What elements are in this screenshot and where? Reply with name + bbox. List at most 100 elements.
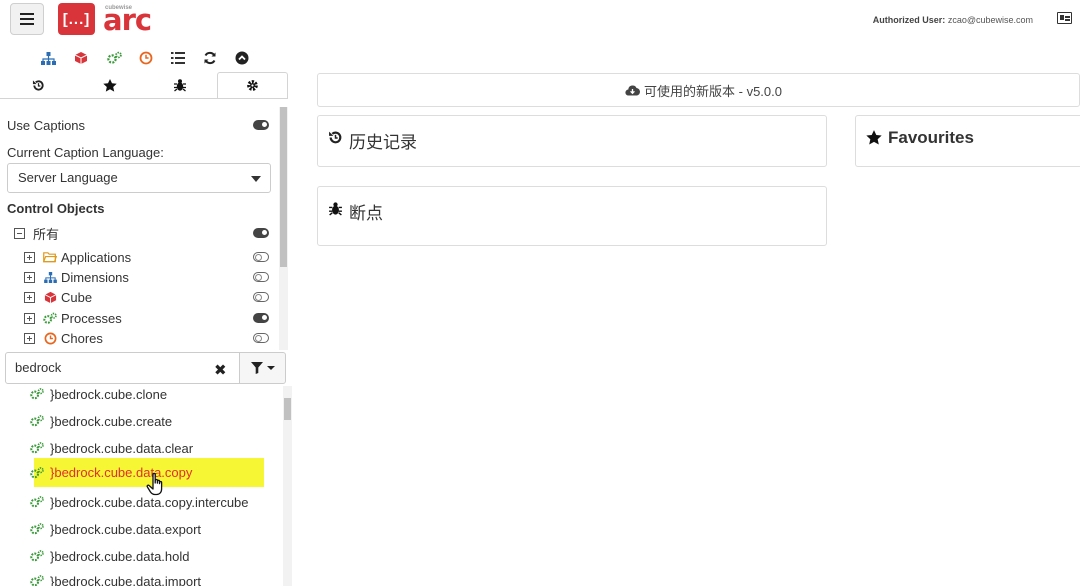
list-item[interactable]: }bedrock.cube.data.clear [30, 438, 193, 458]
clock-icon [43, 331, 57, 345]
caret-down-icon [266, 366, 275, 370]
caption-language-label: Current Caption Language: [7, 145, 164, 160]
search-value: bedrock [15, 360, 62, 375]
refresh-icon[interactable] [202, 50, 218, 66]
auth-label: Authorized User: [872, 15, 946, 25]
tab-settings[interactable] [217, 72, 288, 98]
menu-button[interactable] [10, 3, 44, 35]
tree-label-dimensions: Dimensions [61, 269, 129, 285]
cogs-icon [30, 549, 44, 563]
update-text: 可使用的新版本 - v5.0.0 [644, 83, 782, 99]
hand-cursor-icon [146, 472, 163, 496]
tree-row-processes[interactable]: Processes [24, 309, 122, 327]
bug-icon [174, 79, 186, 92]
expand-icon[interactable] [24, 271, 35, 283]
cogs-icon [30, 441, 44, 455]
bug-icon [328, 201, 343, 216]
list-item-label: }bedrock.cube.create [50, 413, 173, 429]
tree-label-cube: Cube [61, 289, 93, 305]
hamburger-icon [20, 13, 34, 25]
tree-row-applications[interactable]: Applications [24, 248, 131, 266]
history-panel: 历史记录 [317, 115, 827, 167]
caption-language-select[interactable]: Server Language [7, 163, 271, 193]
expand-icon[interactable] [24, 291, 35, 303]
star-icon [103, 78, 117, 92]
tree-label-processes: Processes [61, 310, 122, 326]
caret-down-icon [251, 176, 261, 182]
list-item[interactable]: }bedrock.cube.data.copy.intercube [30, 492, 249, 512]
list-item[interactable]: }bedrock.cube.clone [30, 384, 167, 404]
list-icon[interactable] [170, 50, 186, 66]
cogs-icon [30, 574, 44, 586]
processes-toggle[interactable] [253, 313, 269, 323]
favourites-panel: Favourites [855, 115, 1080, 167]
control-objects-heading: Control Objects [7, 201, 105, 216]
cogs-icon[interactable] [106, 50, 122, 66]
use-captions-label: Use Captions [7, 118, 86, 133]
scrollbar-thumb[interactable] [284, 398, 291, 420]
settings-scrollbar[interactable] [279, 107, 288, 350]
scrollbar-thumb[interactable] [280, 107, 287, 267]
tree-label-applications: Applications [61, 249, 132, 265]
cube-icon [43, 290, 57, 304]
search-input[interactable]: bedrock [5, 352, 240, 384]
chevron-circle-up-icon[interactable] [234, 50, 250, 66]
applications-toggle[interactable] [253, 252, 269, 262]
expand-icon[interactable] [24, 332, 35, 344]
cogs-icon [30, 495, 44, 509]
list-item[interactable]: }bedrock.cube.data.export [30, 519, 201, 539]
cogs-icon [43, 311, 57, 325]
star-icon [866, 130, 882, 145]
dimensions-toggle[interactable] [253, 272, 269, 282]
sitemap-icon [43, 270, 57, 284]
use-captions-toggle[interactable] [253, 120, 269, 130]
authorized-user: Authorized User: zcao@cubewise.com [873, 15, 1033, 25]
list-item-label: }bedrock.cube.data.clear [50, 440, 194, 456]
filter-icon [250, 362, 263, 374]
list-item-label: }bedrock.cube.data.export [50, 521, 202, 537]
cogs-icon [30, 466, 44, 480]
list-item-label: }bedrock.cube.data.hold [50, 548, 190, 564]
expand-icon[interactable] [24, 312, 35, 324]
tree-row-chores[interactable]: Chores [24, 329, 103, 347]
clock-icon[interactable] [138, 50, 154, 66]
collapse-icon[interactable] [14, 227, 25, 239]
folder-icon [43, 250, 57, 264]
auth-user: zcao@cubewise.com [947, 15, 1033, 25]
tree-label-chores: Chores [61, 330, 103, 346]
list-item[interactable]: }bedrock.cube.data.hold [30, 546, 190, 566]
tree-row-all[interactable]: 所有 [14, 224, 59, 242]
history-icon [32, 79, 44, 91]
breakpoints-title: 断点 [349, 204, 383, 223]
tree-label-all: 所有 [33, 226, 60, 242]
filter-button[interactable] [239, 352, 286, 384]
id-card-icon[interactable] [1057, 12, 1072, 24]
cogs-icon [30, 414, 44, 428]
list-item[interactable]: }bedrock.cube.create [30, 411, 172, 431]
clear-icon[interactable]: ✖ [214, 361, 227, 379]
gear-icon [247, 80, 258, 91]
logo-brand: cubewise [105, 5, 133, 11]
update-available-banner[interactable]: 可使用的新版本 - v5.0.0 [317, 73, 1080, 107]
app-logo: [...] arc cubewise [58, 3, 152, 35]
tab-favourites[interactable] [86, 72, 134, 98]
tab-history[interactable] [14, 72, 62, 98]
history-title: 历史记录 [349, 133, 417, 152]
cogs-icon [30, 387, 44, 401]
cube-icon[interactable] [73, 50, 89, 66]
cloud-download-icon [625, 84, 641, 96]
tree-row-cube[interactable]: Cube [24, 288, 92, 306]
cube-toggle[interactable] [253, 292, 269, 302]
logo-mark: [...] [58, 3, 95, 35]
tabs-divider [0, 98, 288, 99]
cogs-icon [30, 522, 44, 536]
expand-icon[interactable] [24, 251, 35, 263]
list-item[interactable]: }bedrock.cube.data.import [30, 571, 201, 586]
chores-toggle[interactable] [253, 333, 269, 343]
sitemap-icon[interactable] [40, 50, 56, 66]
tree-row-dimensions[interactable]: Dimensions [24, 268, 129, 286]
history-icon [328, 130, 343, 145]
tab-breakpoints[interactable] [156, 72, 204, 98]
all-toggle[interactable] [253, 228, 269, 238]
results-scrollbar[interactable] [283, 386, 292, 586]
